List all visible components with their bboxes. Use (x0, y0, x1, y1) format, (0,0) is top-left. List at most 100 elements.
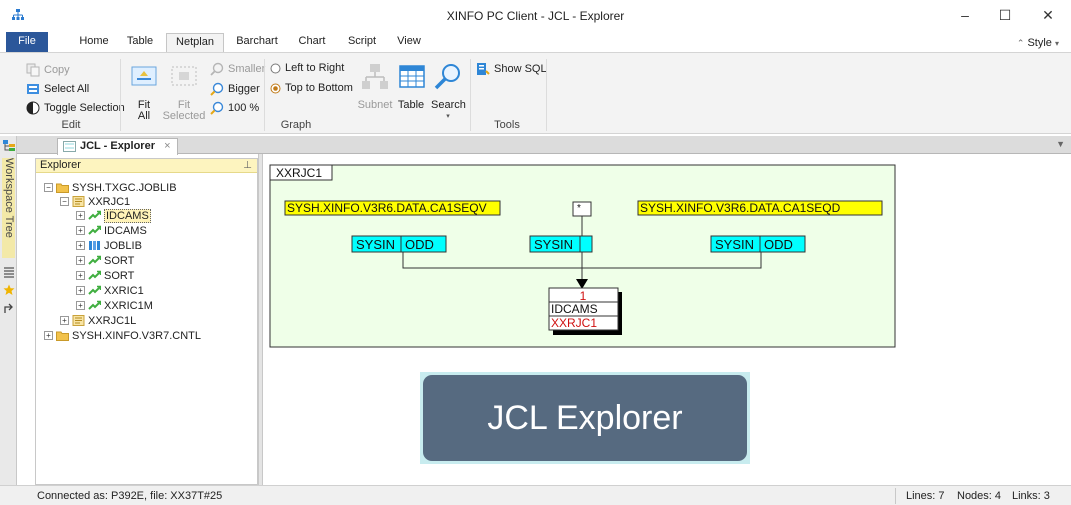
document-tabs: JCL - Explorer × ▼ (17, 136, 1071, 155)
toggle-selection-icon (26, 101, 40, 115)
tab-file[interactable]: File (6, 32, 48, 52)
tree-node[interactable]: + SORT (76, 269, 134, 282)
select-all-button[interactable]: Select All (26, 82, 89, 96)
radio-checked-icon (270, 83, 281, 93)
fit-selected-button[interactable]: Fit Selected (161, 61, 207, 122)
workspace-tree-tab[interactable]: Workspace Tree (2, 158, 15, 258)
jump-icon[interactable] (3, 302, 15, 314)
table-button[interactable]: Table (396, 61, 426, 111)
dataset-label: SYSH.XINFO.V3R6.DATA.CA1SEQD (640, 201, 841, 215)
close-tab-icon[interactable]: × (164, 140, 170, 152)
window-title: XINFO PC Client - JCL - Explorer (446, 9, 625, 23)
expand-icon[interactable]: + (76, 241, 85, 250)
expand-icon[interactable]: + (76, 286, 85, 295)
tab-barchart[interactable]: Barchart (230, 33, 284, 52)
tree-node-label: SORT (104, 254, 135, 267)
star-icon[interactable] (3, 284, 15, 296)
title-bar: XINFO PC Client - JCL - Explorer – ☐ ✕ (0, 0, 1071, 30)
copy-button[interactable]: Copy (26, 63, 70, 77)
graph-canvas[interactable]: XXRJC1 SYSH.XINFO.V3R6.DATA.CA1SEQV * SY… (264, 154, 1071, 485)
tab-home[interactable]: Home (72, 33, 116, 52)
tree-node[interactable]: + JOBLIB (76, 239, 142, 252)
smaller-button[interactable]: Smaller (210, 62, 265, 76)
workspace-tree-icon[interactable] (3, 140, 15, 152)
tree-node[interactable]: − XXRJC1 (60, 195, 130, 208)
step-job: XXRJC1 (551, 316, 597, 330)
search-icon (434, 64, 460, 90)
tree-node-label: JOBLIB (104, 239, 142, 252)
explorer-panel: Explorer ⊥ − SYSH.TXGC.JOBLIB − XXRJC1 + IDCA… (35, 158, 258, 485)
tree-node[interactable]: + SORT (76, 254, 134, 267)
zoom-100-button[interactable]: 100 % (210, 101, 259, 115)
toggle-selection-button[interactable]: Toggle Selection (26, 101, 125, 115)
subnet-button[interactable]: Subnet (357, 61, 393, 111)
tree-node-label: XXRIC1 (104, 284, 144, 297)
tree-node-label: SYSH.TXGC.JOBLIB (72, 181, 177, 194)
tab-table[interactable]: Table (121, 33, 159, 52)
sql-icon (477, 63, 490, 75)
style-button[interactable]: ⌃ Style ▾ (1017, 37, 1059, 49)
library-icon (88, 240, 104, 251)
lines-count: Lines: 7 (906, 490, 945, 502)
tab-jcl-explorer[interactable]: JCL - Explorer × (57, 138, 178, 155)
step-icon (88, 210, 104, 221)
expand-icon[interactable]: + (76, 256, 85, 265)
dd-box[interactable] (579, 235, 593, 253)
expand-icon[interactable]: + (44, 331, 53, 340)
step-icon (88, 225, 104, 236)
expand-icon[interactable]: + (76, 271, 85, 280)
step-icon (88, 255, 104, 266)
jcl-explorer-tab-icon (63, 141, 76, 152)
tree-node[interactable]: + SYSH.XINFO.V3R7.CNTL (44, 329, 201, 342)
dd-label: SYSIN (534, 237, 573, 252)
expand-icon[interactable]: + (76, 211, 85, 220)
ribbon: Copy Select All Toggle Selection Edit Fi… (0, 52, 1071, 134)
dataset-node[interactable] (572, 201, 592, 217)
separator (895, 488, 896, 504)
close-button[interactable]: ✕ (1025, 0, 1071, 30)
maximize-button[interactable]: ☐ (982, 0, 1028, 30)
tree-node[interactable]: + IDCAMS (76, 224, 147, 237)
top-to-bottom-radio[interactable]: Top to Bottom (270, 82, 353, 94)
left-to-right-radio[interactable]: Left to Right (270, 62, 344, 74)
banner-title: JCL Explorer (423, 375, 747, 461)
zoom-out-icon (210, 62, 224, 76)
dataset-label: SYSH.XINFO.V3R6.DATA.CA1SEQV (287, 201, 487, 215)
tab-script[interactable]: Script (340, 33, 384, 52)
zoom-in-icon (210, 82, 224, 96)
job-icon (72, 315, 88, 326)
collapse-icon[interactable]: − (60, 197, 69, 206)
expand-icon[interactable]: + (76, 226, 85, 235)
tree-node-label: XXRJC1 (88, 195, 131, 208)
radio-unchecked-icon (270, 63, 281, 73)
collapse-icon[interactable]: − (44, 183, 53, 192)
jcl-explorer-banner: JCL Explorer (420, 372, 750, 464)
step-icon (88, 270, 104, 281)
panel-splitter[interactable] (258, 154, 263, 485)
tree-node[interactable]: + IDCAMS (76, 208, 151, 223)
bigger-button[interactable]: Bigger (210, 82, 260, 96)
tree-node[interactable]: + XXRIC1 (76, 284, 144, 297)
tree-node[interactable]: − SYSH.TXGC.JOBLIB (44, 181, 177, 194)
tree-node[interactable]: + XXRJC1L (60, 314, 136, 327)
folder-icon (56, 330, 72, 341)
separator (470, 59, 471, 131)
tab-view[interactable]: View (391, 33, 427, 52)
document-menu-icon[interactable]: ▼ (1056, 139, 1065, 149)
tools-group-label: Tools (494, 119, 520, 131)
list-icon[interactable] (3, 266, 15, 278)
fit-all-button[interactable]: Fit All (127, 61, 161, 122)
fit-selected-icon (171, 66, 197, 86)
tree-node-label: IDCAMS (104, 208, 151, 223)
search-button[interactable]: Search ▾ (431, 61, 466, 122)
pin-icon[interactable]: ⊥ (243, 159, 252, 172)
dd-label: SYSIN (356, 237, 395, 252)
tab-chart[interactable]: Chart (292, 33, 332, 52)
tree-node[interactable]: + XXRIC1M (76, 299, 153, 312)
job-icon (72, 196, 88, 207)
expand-icon[interactable]: + (60, 316, 69, 325)
step-icon (88, 300, 104, 311)
tab-netplan[interactable]: Netplan (166, 33, 224, 52)
expand-icon[interactable]: + (76, 301, 85, 310)
show-sql-button[interactable]: Show SQL (476, 62, 547, 76)
